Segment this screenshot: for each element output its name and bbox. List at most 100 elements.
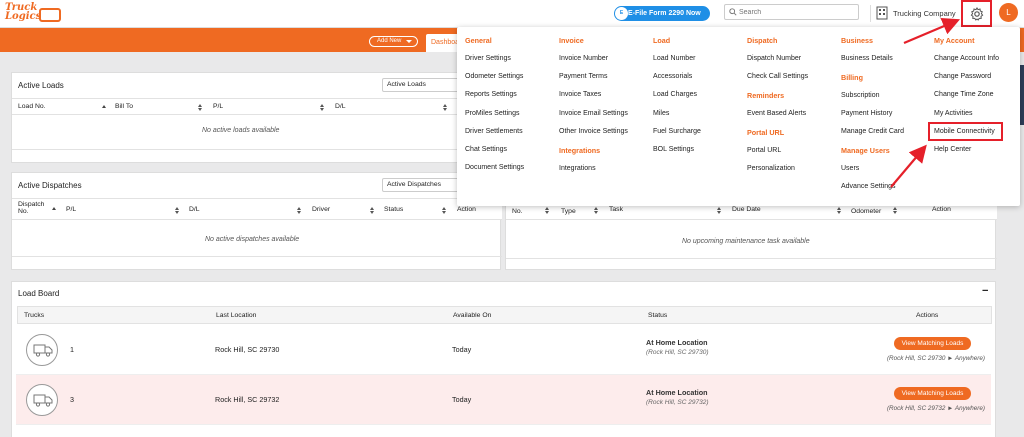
truck-avatar — [26, 384, 58, 416]
divider — [12, 149, 502, 150]
col-dl[interactable]: D/L — [335, 103, 346, 110]
menu-item-payment-history[interactable]: Payment History — [841, 110, 892, 117]
col-dl[interactable]: D/L — [189, 206, 200, 213]
menu-item-invoice-number[interactable]: Invoice Number — [559, 55, 608, 62]
sort-icon[interactable] — [320, 104, 324, 111]
menu-item-subscription[interactable]: Subscription — [841, 92, 880, 99]
menu-item-my-activities[interactable]: My Activities — [934, 110, 973, 117]
col-bill-to[interactable]: Bill To — [115, 103, 133, 110]
efile-2290-button[interactable]: E E-File Form 2290 Now — [614, 6, 710, 21]
menu-item-bol-settings[interactable]: BOL Settings — [653, 146, 694, 153]
menu-item-driver-settlements[interactable]: Driver Settlements — [465, 128, 523, 135]
menu-item-reports-settings[interactable]: Reports Settings — [465, 91, 517, 98]
menu-item-chat-settings[interactable]: Chat Settings — [465, 146, 507, 153]
menu-item-change-account-info[interactable]: Change Account Info — [934, 55, 999, 62]
menu-heading-load: Load — [653, 36, 671, 45]
col-pl[interactable]: P/L — [66, 206, 76, 213]
menu-item-portal-url[interactable]: Portal URL — [747, 147, 781, 154]
user-avatar[interactable]: L — [999, 3, 1018, 22]
menu-heading-dispatch: Dispatch — [747, 36, 778, 45]
sort-icon[interactable] — [175, 207, 179, 214]
col-driver[interactable]: Driver — [312, 206, 330, 213]
divider — [12, 256, 502, 257]
menu-heading-portal-url: Portal URL — [747, 128, 785, 137]
truck-logics-logo[interactable]: Truck Logics — [5, 2, 61, 26]
available-on: Today — [452, 395, 472, 404]
sort-icon[interactable] — [717, 207, 721, 214]
table-row: 3 Rock Hill, SC 29732 Today At Home Loca… — [16, 375, 991, 425]
col-status: Status — [648, 312, 668, 319]
sort-icon[interactable] — [545, 207, 549, 214]
menu-item-miles[interactable]: Miles — [653, 110, 669, 117]
menu-item-business-details[interactable]: Business Details — [841, 55, 893, 62]
sort-icon[interactable] — [837, 207, 841, 214]
menu-item-help-center[interactable]: Help Center — [934, 146, 971, 153]
sort-icon[interactable] — [370, 207, 374, 214]
menu-heading-manage-users: Manage Users — [841, 146, 890, 155]
route-text: (Rock Hill, SC 29732 ► Anywhere) — [886, 405, 985, 412]
menu-item-load-number[interactable]: Load Number — [653, 55, 695, 62]
collapse-button[interactable]: − — [982, 285, 988, 297]
menu-item-driver-settings[interactable]: Driver Settings — [465, 55, 511, 62]
menu-item-fuel-surcharge[interactable]: Fuel Surcharge — [653, 128, 701, 135]
col-action: Action — [457, 206, 476, 213]
status-location: (Rock Hill, SC 29730) — [646, 349, 709, 356]
search-box[interactable] — [724, 4, 859, 20]
menu-heading-billing: Billing — [841, 73, 863, 82]
logo-text: Truck Logics — [5, 3, 41, 22]
sort-icon[interactable] — [443, 104, 447, 111]
top-bar: Truck Logics E E-File Form 2290 Now Truc… — [0, 0, 1024, 28]
active-loads-header: Load No. Bill To P/L D/L — [12, 98, 502, 115]
menu-item-integrations[interactable]: Integrations — [559, 165, 596, 172]
sort-icon[interactable] — [893, 207, 897, 214]
view-matching-loads-button[interactable]: View Matching Loads — [894, 387, 971, 400]
caret-down-icon — [406, 40, 412, 43]
menu-item-odometer-settings[interactable]: Odometer Settings — [465, 73, 523, 80]
menu-item-accessorials[interactable]: Accessorials — [653, 73, 692, 80]
col-task[interactable]: Task — [609, 206, 623, 213]
sort-icon[interactable] — [198, 104, 202, 111]
menu-item-invoice-email-settings[interactable]: Invoice Email Settings — [559, 110, 628, 117]
sort-asc-icon[interactable] — [102, 105, 106, 108]
menu-item-dispatch-number[interactable]: Dispatch Number — [747, 55, 801, 62]
col-last-location: Last Location — [216, 312, 257, 319]
load-board-title: Load Board — [18, 289, 60, 298]
last-location: Rock Hill, SC 29732 — [215, 395, 280, 404]
search-input[interactable] — [739, 6, 854, 18]
menu-item-document-settings[interactable]: Document Settings — [465, 164, 524, 171]
add-new-button[interactable]: Add New — [369, 36, 418, 47]
annotation-arrow-gear — [903, 18, 961, 45]
col-trucks: Trucks — [24, 312, 45, 319]
menu-item-manage-credit-card[interactable]: Manage Credit Card — [841, 128, 904, 135]
col-due-date[interactable]: Due Date — [732, 206, 761, 213]
menu-item-personalization[interactable]: Personalization — [747, 165, 795, 172]
col-dispatch-no[interactable]: Dispatch No. — [18, 201, 48, 215]
sort-icon[interactable] — [297, 207, 301, 214]
mobile-connectivity-highlight — [928, 122, 1003, 141]
col-actions: Actions — [916, 312, 939, 319]
menu-item-check-call-settings[interactable]: Check Call Settings — [747, 73, 808, 80]
col-load-no[interactable]: Load No. — [18, 103, 46, 110]
menu-item-promiles-settings[interactable]: ProMiles Settings — [465, 110, 519, 117]
maintenance-empty: No upcoming maintenance task available — [682, 238, 810, 245]
menu-item-other-invoice-settings[interactable]: Other Invoice Settings — [559, 128, 628, 135]
available-on: Today — [452, 345, 472, 354]
sort-icon[interactable] — [594, 207, 598, 214]
menu-item-payment-terms[interactable]: Payment Terms — [559, 73, 608, 80]
menu-item-event-based-alerts[interactable]: Event Based Alerts — [747, 110, 806, 117]
menu-item-users[interactable]: Users — [841, 165, 859, 172]
menu-heading-integrations: Integrations — [559, 146, 601, 155]
truck-number[interactable]: 1 — [70, 345, 74, 354]
sort-asc-icon[interactable] — [52, 207, 56, 210]
menu-item-load-charges[interactable]: Load Charges — [653, 91, 697, 98]
truck-number[interactable]: 3 — [70, 395, 74, 404]
view-matching-loads-button[interactable]: View Matching Loads — [894, 337, 971, 350]
table-row: 1 Rock Hill, SC 29730 Today At Home Loca… — [16, 325, 991, 375]
menu-item-change-time-zone[interactable]: Change Time Zone — [934, 91, 994, 98]
sort-icon[interactable] — [442, 207, 446, 214]
menu-item-change-password[interactable]: Change Password — [934, 73, 991, 80]
col-pl[interactable]: P/L — [213, 103, 223, 110]
col-status[interactable]: Status — [384, 206, 403, 213]
active-loads-empty: No active loads available — [202, 127, 280, 134]
menu-item-invoice-taxes[interactable]: Invoice Taxes — [559, 91, 601, 98]
